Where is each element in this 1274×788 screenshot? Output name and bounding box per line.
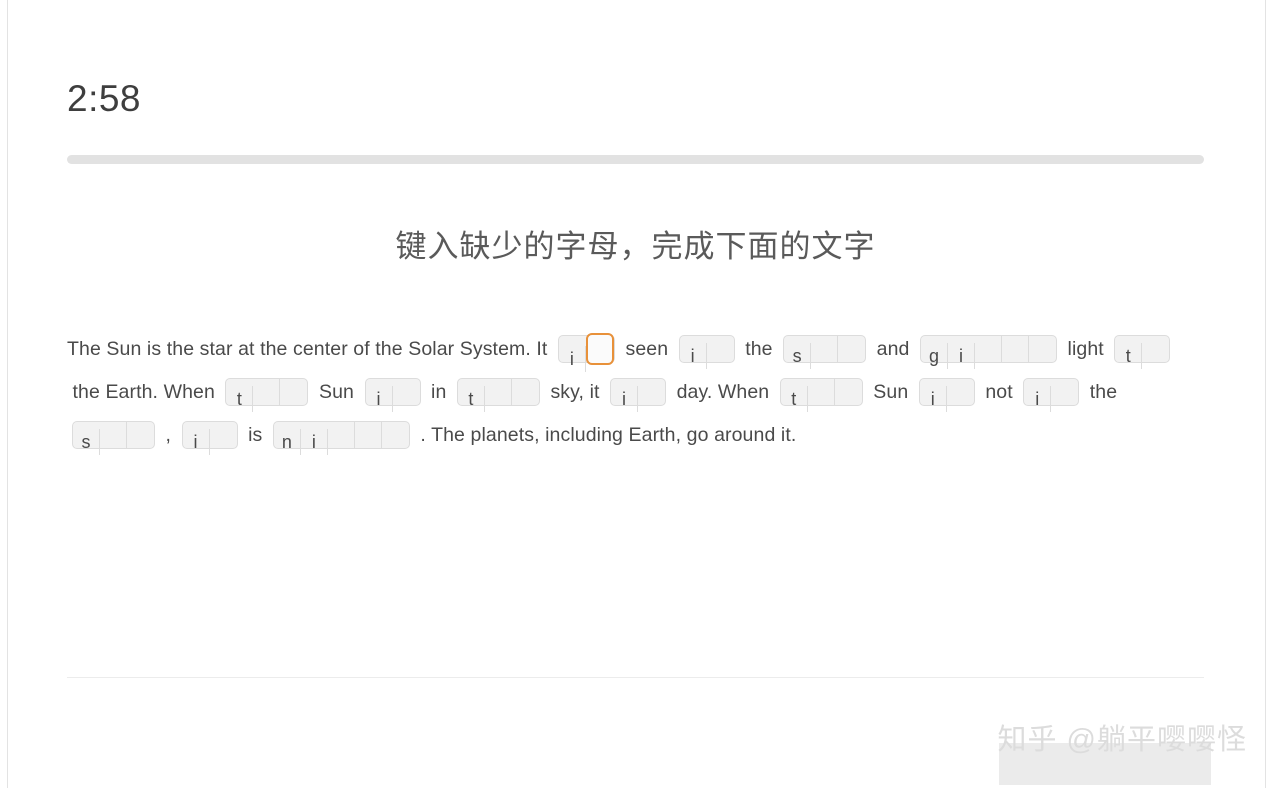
letter-input-cell[interactable] [835, 379, 862, 405]
exercise-text: is [242, 423, 268, 446]
letter-input-group[interactable]: i [364, 377, 421, 412]
letter-input-cell[interactable]: t [458, 385, 485, 412]
letter-input-cell[interactable] [127, 422, 154, 448]
letter-input-cell[interactable] [253, 378, 281, 405]
letter-input-cell[interactable] [485, 378, 512, 405]
letter-input-cell[interactable] [328, 421, 355, 448]
letter-input-cell[interactable]: n [274, 428, 301, 455]
bottom-divider [67, 677, 1204, 678]
letter-input-cell[interactable]: i [680, 342, 707, 369]
letter-input-cell[interactable]: i [920, 385, 947, 412]
letter-input-cell[interactable]: t [781, 385, 808, 412]
exercise-text: Sun [313, 380, 360, 403]
letter-input-cell[interactable]: t [226, 385, 254, 412]
exercise-text: seen [619, 337, 674, 360]
letter-input-cell[interactable] [811, 335, 839, 362]
letter-input-group[interactable]: gi [920, 334, 1058, 369]
letter-input-cell[interactable]: i [366, 385, 393, 412]
exercise-text: sky, it [544, 380, 606, 403]
letter-input-cell[interactable] [1029, 336, 1056, 362]
exercise-text: and [871, 337, 916, 360]
letter-input-cell[interactable] [1002, 335, 1030, 362]
letter-input-group[interactable]: t [225, 377, 309, 412]
exercise-text: The Sun is the star at the center of the… [67, 337, 553, 360]
exercise-text: light [1062, 337, 1110, 360]
letter-input-cell[interactable] [838, 336, 865, 362]
letter-input-cell[interactable]: i [948, 342, 976, 369]
letter-input-group[interactable]: i [918, 377, 975, 412]
letter-input-cell[interactable]: i [301, 428, 328, 455]
letter-input-cell[interactable]: g [921, 342, 949, 369]
letter-input-group[interactable]: i [181, 420, 238, 455]
letter-input-cell[interactable] [975, 335, 1003, 362]
progress-bar [67, 155, 1204, 164]
letter-input-group[interactable]: t [456, 377, 540, 412]
letter-input-cell[interactable] [1142, 336, 1169, 362]
letter-input-cell[interactable] [1051, 379, 1078, 405]
letter-input-group[interactable]: i [557, 332, 615, 372]
exercise-text: , [160, 423, 177, 446]
letter-input-group[interactable]: t [779, 377, 863, 412]
letter-input-group[interactable]: t [1114, 334, 1171, 369]
exercise-text: the [1084, 380, 1123, 403]
letter-input-cell[interactable] [393, 379, 420, 405]
exercise-text: Sun [867, 380, 914, 403]
letter-input-cell[interactable] [808, 378, 835, 405]
letter-input-group[interactable]: i [610, 377, 667, 412]
letter-input-cell[interactable] [707, 336, 734, 362]
countdown-timer: 2:58 [67, 78, 142, 119]
letter-input-group[interactable]: ni [272, 420, 410, 455]
letter-input-group[interactable]: i [678, 334, 735, 369]
letter-input-cell[interactable]: i [183, 428, 210, 455]
exercise-text: in [425, 380, 452, 403]
letter-input-cell[interactable]: i [1024, 385, 1052, 412]
letter-input-group[interactable]: s [72, 420, 155, 455]
letter-input-cell[interactable] [100, 421, 127, 448]
exercise-text: the [739, 337, 779, 360]
letter-input-group[interactable]: s [783, 334, 867, 369]
exercise-text: . The planets, including Earth, go aroun… [414, 423, 802, 446]
letter-input-cell[interactable]: s [73, 428, 100, 455]
watermark-label: 知乎 @躺平嘤嘤怪 [997, 724, 1247, 756]
letter-input-cell[interactable] [210, 422, 237, 448]
letter-input-cell[interactable] [638, 379, 665, 405]
lesson-page: 2:58 键入缺少的字母，完成下面的文字 The Sun is the star… [7, 0, 1266, 788]
letter-input-cell[interactable] [382, 422, 409, 448]
letter-input-cell[interactable] [280, 379, 307, 405]
letter-input-cell[interactable]: t [1115, 342, 1143, 369]
letter-input-group[interactable]: i [1023, 377, 1080, 412]
letter-input-cell[interactable]: i [611, 385, 639, 412]
letter-input-cell[interactable] [355, 421, 382, 448]
cloze-exercise-text: The Sun is the star at the center of the… [67, 327, 1212, 456]
instruction-heading: 键入缺少的字母，完成下面的文字 [395, 229, 876, 264]
letter-input-cell[interactable] [947, 379, 974, 405]
letter-input-cell[interactable] [512, 379, 539, 405]
exercise-text: not [979, 380, 1019, 403]
letter-input-cell[interactable]: i [559, 345, 586, 372]
exercise-text: the Earth. When [67, 380, 221, 403]
letter-input-cell-active[interactable] [585, 332, 614, 365]
letter-input-cell[interactable]: s [784, 342, 812, 369]
exercise-text: day. When [671, 380, 775, 403]
